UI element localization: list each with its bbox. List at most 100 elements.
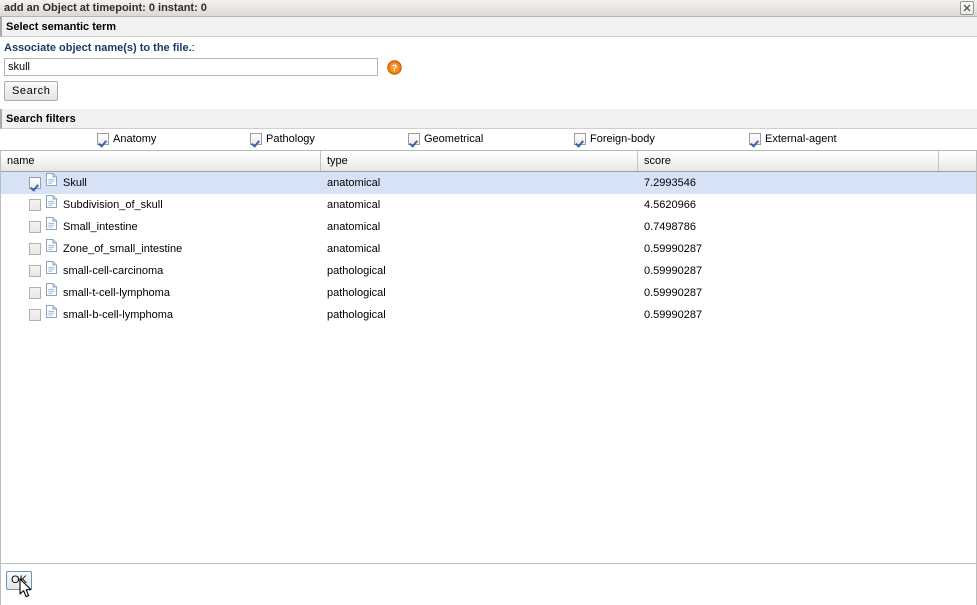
ok-button[interactable]: OK — [6, 571, 32, 590]
row-checkbox[interactable] — [29, 199, 41, 211]
document-icon-wrap — [46, 172, 57, 194]
document-icon — [46, 173, 57, 186]
filters-container: Anatomy Pathology Geometrical Foreign-body E… — [0, 129, 977, 151]
row-name-label: small-cell-carcinoma — [63, 265, 164, 277]
cell-type: anatomical — [327, 221, 381, 233]
document-icon — [46, 217, 57, 230]
filter-checkbox-anatomy[interactable] — [97, 132, 109, 145]
section-search-filters: Search filters — [0, 109, 977, 129]
cell-type: pathological — [327, 309, 386, 321]
table-row[interactable]: Zone_of_small_intestine anatomical 0.59990… — [1, 238, 976, 260]
cell-name: small-b-cell-lymphoma — [1, 304, 321, 326]
document-icon — [46, 239, 57, 252]
document-icon-wrap — [46, 216, 57, 238]
document-icon — [46, 305, 57, 318]
table-row[interactable]: Skull anatomical 7.2993546 — [1, 172, 976, 194]
cell-name: Zone_of_small_intestine — [1, 238, 321, 260]
filter-checkbox-foreign-body[interactable] — [574, 132, 586, 145]
associate-name-label: Associate object name(s) to the file.: — [0, 42, 977, 54]
cell-score: 0.59990287 — [644, 309, 703, 321]
row-name-label: small-t-cell-lymphoma — [63, 287, 170, 299]
dialog-footer: OK — [0, 563, 977, 605]
row-name-label: Zone_of_small_intestine — [63, 243, 183, 255]
row-checkbox[interactable] — [29, 177, 41, 189]
cell-type: anatomical — [327, 243, 381, 255]
filter-foreign-body[interactable]: Foreign-body — [574, 132, 655, 145]
search-button[interactable]: Search — [4, 81, 59, 101]
cell-score: 0.59990287 — [644, 287, 703, 299]
cell-score: 0.59990287 — [644, 265, 703, 277]
cell-extra — [939, 194, 976, 216]
row-checkbox[interactable] — [29, 287, 41, 299]
associate-name-label-text: Associate object name(s) to the file. — [4, 42, 192, 54]
table-row[interactable]: small-t-cell-lymphoma pathological 0.59990… — [1, 282, 976, 304]
filter-label-anatomy: Anatomy — [113, 132, 157, 145]
table-header-row: name type score — [1, 151, 976, 172]
table-row[interactable]: Small_intestine anatomical 0.7498786 — [1, 216, 976, 238]
table-row[interactable]: Subdivision_of_skull anatomical 4.5620966 — [1, 194, 976, 216]
cell-name: Skull — [1, 172, 321, 194]
row-checkbox[interactable] — [29, 265, 41, 277]
cell-type: anatomical — [327, 199, 381, 211]
cell-extra — [939, 216, 976, 238]
filter-pathology[interactable]: Pathology — [250, 132, 315, 145]
label-colon: : — [191, 42, 195, 54]
document-icon-wrap — [46, 260, 57, 282]
filter-checkbox-external-agent[interactable] — [749, 132, 761, 145]
filter-geometrical[interactable]: Geometrical — [408, 132, 484, 145]
document-icon — [46, 283, 57, 296]
search-input[interactable] — [4, 58, 378, 76]
cell-type: anatomical — [327, 177, 381, 189]
row-checkbox[interactable] — [29, 221, 41, 233]
cell-score: 0.59990287 — [644, 243, 703, 255]
cell-score: 7.2993546 — [644, 177, 696, 189]
title-bar: add an Object at timepoint: 0 instant: 0 — [0, 0, 977, 17]
cell-type: pathological — [327, 265, 386, 277]
filter-label-pathology: Pathology — [266, 132, 315, 145]
close-button[interactable] — [960, 1, 974, 15]
column-header-name[interactable]: name — [1, 151, 321, 171]
window-title: add an Object at timepoint: 0 instant: 0 — [4, 2, 207, 14]
document-icon — [46, 195, 57, 208]
cell-name: Small_intestine — [1, 216, 321, 238]
filter-anatomy[interactable]: Anatomy — [97, 132, 157, 145]
column-header-extra[interactable] — [939, 151, 976, 171]
filter-checkbox-geometrical[interactable] — [408, 132, 420, 145]
filter-label-geometrical: Geometrical — [424, 132, 484, 145]
svg-text:?: ? — [392, 62, 397, 72]
cell-extra — [939, 282, 976, 304]
document-icon-wrap — [46, 282, 57, 304]
row-name-label: small-b-cell-lymphoma — [63, 309, 174, 321]
table-row[interactable]: small-b-cell-lymphoma pathological 0.59990… — [1, 304, 976, 326]
cell-type: pathological — [327, 287, 386, 299]
filter-label-foreign-body: Foreign-body — [590, 132, 655, 145]
row-name-label: Skull — [63, 177, 87, 189]
row-checkbox[interactable] — [29, 243, 41, 255]
filter-checkbox-pathology[interactable] — [250, 132, 262, 145]
results-table: name type score Skull anatomical 7.2993546… — [0, 151, 977, 563]
cell-extra — [939, 304, 976, 326]
table-row[interactable]: small-cell-carcinoma pathological 0.599902… — [1, 260, 976, 282]
cell-extra — [939, 260, 976, 282]
row-name-label: Small_intestine — [63, 221, 138, 233]
cell-extra — [939, 172, 976, 194]
column-header-score[interactable]: score — [638, 151, 939, 171]
cell-name: Subdivision_of_skull — [1, 194, 321, 216]
document-icon-wrap — [46, 194, 57, 216]
add-object-dialog: add an Object at timepoint: 0 instant: 0… — [0, 0, 977, 605]
section-select-semantic-term: Select semantic term — [0, 17, 977, 37]
row-checkbox[interactable] — [29, 309, 41, 321]
document-icon-wrap — [46, 304, 57, 326]
table-body: Skull anatomical 7.2993546 Subdivision_of_s… — [1, 172, 976, 326]
close-icon — [963, 4, 971, 12]
form-spacer — [0, 101, 977, 109]
row-name-label: Subdivision_of_skull — [63, 199, 163, 211]
help-question-icon[interactable]: ? — [387, 59, 402, 75]
filter-external-agent[interactable]: External-agent — [749, 132, 837, 145]
filters-row: Anatomy Pathology Geometrical Foreign-body E… — [0, 129, 977, 151]
cell-name: small-cell-carcinoma — [1, 260, 321, 282]
document-icon-wrap — [46, 238, 57, 260]
cell-score: 4.5620966 — [644, 199, 696, 211]
column-header-type[interactable]: type — [321, 151, 638, 171]
filter-label-external-agent: External-agent — [765, 132, 837, 145]
